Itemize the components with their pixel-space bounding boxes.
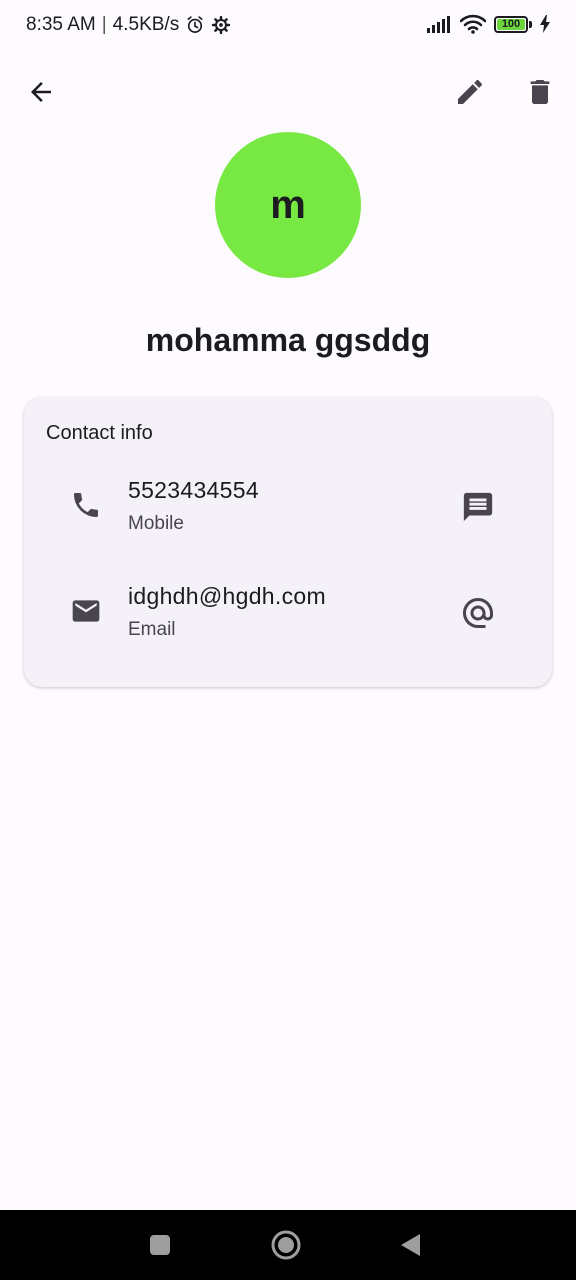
pencil-icon — [454, 76, 486, 108]
avatar-letter: m — [270, 182, 306, 227]
contact-info-card: Contact info 5523434554 Mobile idghdh@hg… — [24, 397, 552, 687]
app-bar — [0, 56, 576, 128]
phone-type: Mobile — [128, 513, 184, 534]
arrow-back-icon — [26, 77, 56, 107]
circle-icon — [270, 1229, 302, 1261]
email-row[interactable]: idghdh@hgdh.com Email — [24, 575, 552, 655]
status-right: 100 — [426, 14, 550, 34]
phone-number: 5523434554 — [128, 477, 259, 503]
system-nav-bar — [0, 1210, 576, 1280]
phone-row[interactable]: 5523434554 Mobile — [24, 469, 552, 549]
charging-icon — [540, 15, 550, 33]
battery-icon: 100 — [494, 15, 532, 33]
battery-tip — [529, 20, 532, 28]
battery-level: 100 — [501, 17, 521, 30]
delete-button[interactable] — [516, 68, 564, 116]
status-bar: 8:35 AM | 4.5KB/s 100 — [0, 0, 576, 56]
alarm-icon — [185, 15, 205, 35]
contact-name: mohamma ggsddg — [145, 322, 431, 358]
message-button[interactable] — [454, 483, 502, 531]
network-speed: 4.5KB/s — [112, 14, 180, 35]
square-icon — [148, 1233, 172, 1257]
recents-button[interactable] — [140, 1225, 180, 1265]
status-left: 8:35 AM | 4.5KB/s — [26, 14, 231, 36]
email-type: Email — [128, 619, 176, 640]
message-icon — [461, 490, 495, 524]
trash-icon — [524, 76, 556, 108]
send-email-button[interactable] — [454, 589, 502, 637]
avatar: m — [215, 132, 361, 278]
triangle-back-icon — [398, 1232, 422, 1258]
back-nav-button[interactable] — [390, 1225, 430, 1265]
status-separator: | — [101, 14, 107, 35]
home-button[interactable] — [266, 1225, 306, 1265]
edit-button[interactable] — [446, 68, 494, 116]
at-sign-icon — [460, 595, 496, 631]
mail-icon — [68, 593, 104, 629]
email-address: idghdh@hgdh.com — [128, 583, 326, 609]
battery-body: 100 — [494, 15, 528, 33]
signal-icon — [426, 14, 452, 34]
status-time: 8:35 AM — [26, 14, 96, 35]
settings-icon — [211, 15, 231, 35]
card-title: Contact info — [46, 422, 153, 444]
wifi-icon — [460, 14, 486, 34]
phone-icon — [68, 487, 104, 523]
back-button[interactable] — [17, 68, 65, 116]
